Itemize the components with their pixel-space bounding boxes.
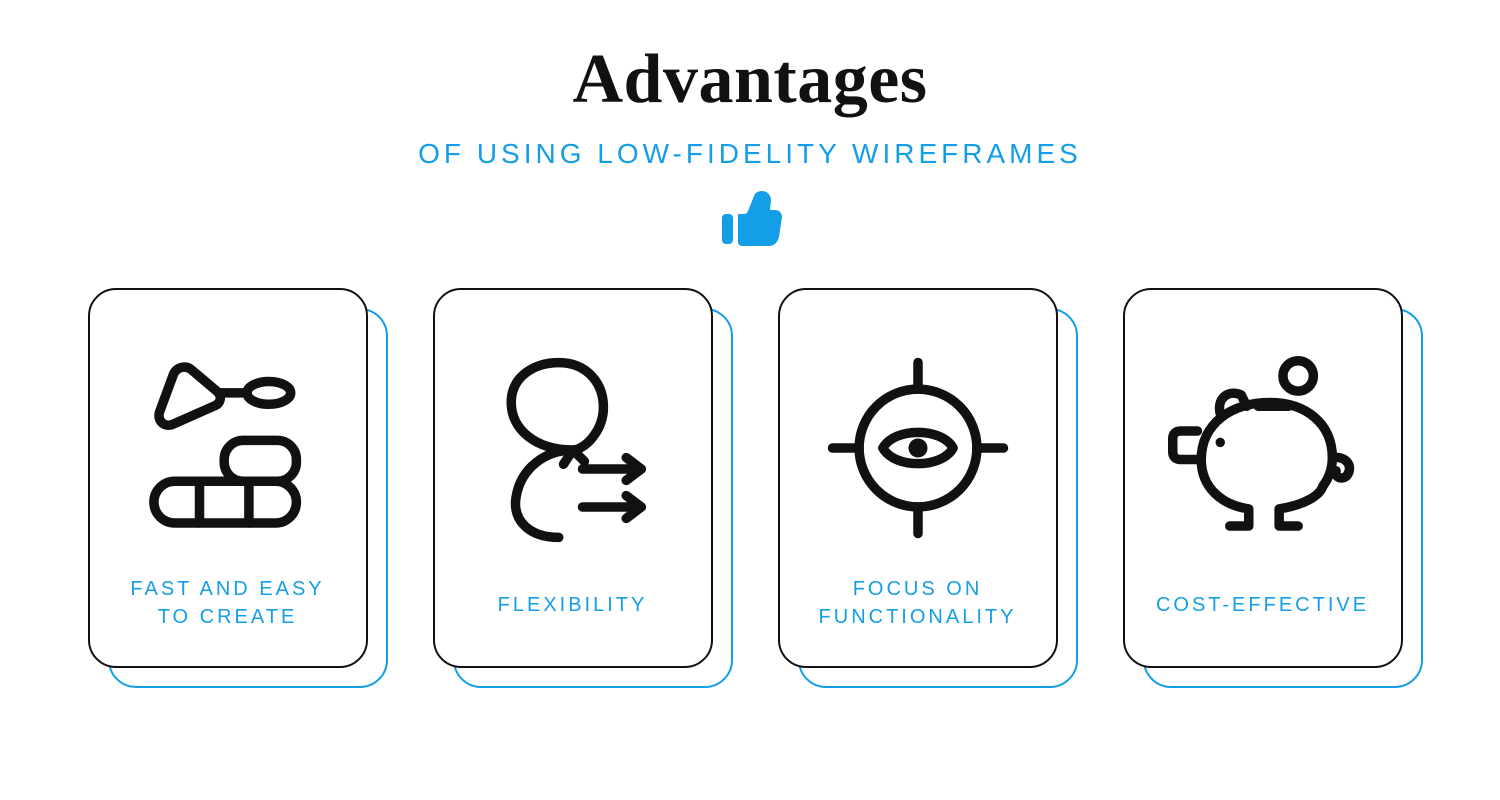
card-label: FLEXIBILITY (492, 579, 654, 641)
card-flexibility: FLEXIBILITY (433, 288, 723, 678)
card-cost-effective: COST-EFFECTIVE (1123, 288, 1413, 678)
card-front-frame: COST-EFFECTIVE (1123, 288, 1403, 668)
card-fast-easy: FAST AND EASY TO CREATE (88, 288, 378, 678)
card-label: COST-EFFECTIVE (1150, 579, 1375, 641)
card-front-frame: FOCUS ON FUNCTIONALITY (778, 288, 1058, 668)
page-title: Advantages (572, 40, 927, 120)
card-label: FOCUS ON FUNCTIONALITY (800, 575, 1036, 641)
cards-row: FAST AND EASY TO CREATE FLEXIBILITY (88, 288, 1413, 678)
page-subtitle: OF USING LOW-FIDELITY WIREFRAMES (418, 138, 1082, 170)
card-label: FAST AND EASY TO CREATE (110, 575, 346, 641)
card-front-frame: FLEXIBILITY (433, 288, 713, 668)
card-front-frame: FAST AND EASY TO CREATE (88, 288, 368, 668)
target-eye-icon (800, 320, 1036, 575)
trowel-bricks-icon (110, 320, 346, 575)
flexibility-arrows-icon (455, 320, 691, 579)
card-focus-functionality: FOCUS ON FUNCTIONALITY (778, 288, 1068, 678)
piggy-bank-icon (1145, 320, 1381, 579)
thumbs-up-icon (718, 190, 782, 248)
